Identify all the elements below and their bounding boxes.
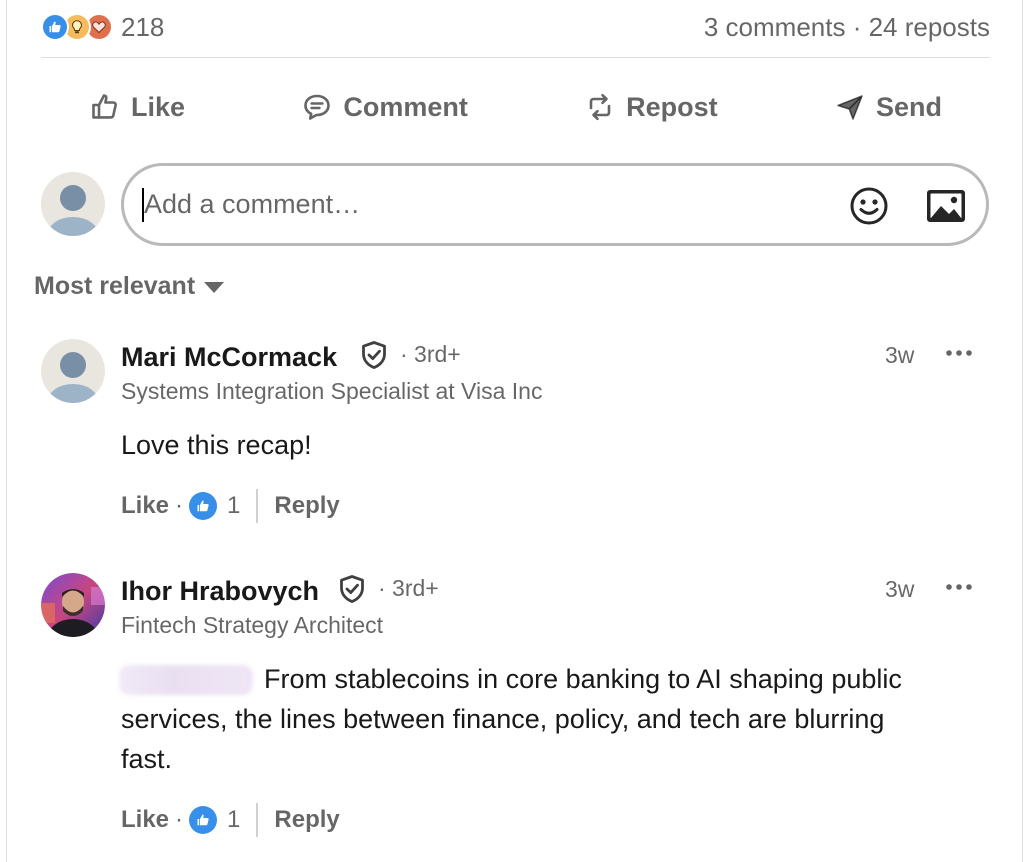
send-button[interactable]: Send <box>834 91 942 123</box>
repost-button-label: Repost <box>626 91 718 122</box>
repost-icon <box>589 93 611 121</box>
reaction-icons <box>41 13 113 41</box>
like-button-label: Like <box>131 91 186 122</box>
comment-text-line: services, the lines between finance, pol… <box>121 704 885 734</box>
reactions-summary[interactable]: 218 <box>41 12 164 43</box>
more-options-icon[interactable] <box>944 348 974 358</box>
comment-reply-button[interactable]: Reply <box>274 492 339 520</box>
like-button[interactable]: Like <box>89 91 185 123</box>
commenter-name[interactable]: Ihor Hrabovych <box>121 576 319 607</box>
comment-input[interactable]: Add a comment… <box>121 163 989 246</box>
social-counts: 218 3 comments · 24 reposts <box>41 8 990 46</box>
divider <box>41 57 990 58</box>
comment-like-count[interactable]: 1 <box>227 492 240 520</box>
post-action-bar: Like Comment Repost Send <box>41 78 990 136</box>
caret-down-icon <box>204 281 225 293</box>
reaction-count: 218 <box>121 11 165 42</box>
comment-button-label: Comment <box>343 91 468 122</box>
connection-degree: · 3rd+ <box>400 341 461 367</box>
comment-text-line: From stablecoins in core banking to AI s… <box>264 664 902 694</box>
comment-timestamp: 3w <box>885 576 915 602</box>
sort-label: Most relevant <box>34 272 196 300</box>
connection-degree: · 3rd+ <box>378 575 439 601</box>
comment-text: Love this recap! <box>121 430 312 460</box>
comment-actions: Like · 1 Reply <box>121 489 340 523</box>
commenter-avatar[interactable] <box>41 339 105 403</box>
thumbs-up-icon <box>92 94 117 119</box>
like-reaction-icon[interactable] <box>189 492 218 520</box>
comment-text-line: fast. <box>121 744 173 774</box>
repost-button[interactable]: Repost <box>584 91 718 123</box>
commenter-avatar[interactable] <box>41 573 105 637</box>
comment-like-button[interactable]: Like <box>121 492 169 520</box>
send-icon <box>837 95 863 120</box>
commenter-headline: Systems Integration Specialist at Visa I… <box>121 378 543 404</box>
comments-reposts-count[interactable]: 3 comments · 24 reposts <box>704 12 990 43</box>
commenter-headline: Fintech Strategy Architect <box>121 612 384 638</box>
post-card: 218 3 comments · 24 reposts Like Comment… <box>6 0 1023 862</box>
comment-button[interactable]: Comment <box>301 91 468 123</box>
redacted-mention <box>119 665 253 695</box>
sort-dropdown[interactable]: Most relevant <box>34 272 225 301</box>
comment-like-button[interactable]: Like <box>121 806 169 834</box>
comment-timestamp: 3w <box>885 342 915 368</box>
like-reaction-icon[interactable] <box>189 806 218 834</box>
comment-input-placeholder: Add a comment… <box>144 189 361 219</box>
send-button-label: Send <box>875 91 942 122</box>
comment-actions: Like · 1 Reply <box>121 803 340 837</box>
action-divider <box>256 489 259 523</box>
verified-shield-icon <box>362 341 386 369</box>
image-icon[interactable] <box>925 187 967 225</box>
more-options-icon[interactable] <box>944 582 974 592</box>
commenter-name[interactable]: Mari McCormack <box>121 342 337 373</box>
verified-shield-icon <box>340 575 364 603</box>
separator-dot: · <box>175 492 184 519</box>
emoji-icon[interactable] <box>848 185 890 227</box>
separator-dot: · <box>175 806 184 833</box>
comment-like-count[interactable]: 1 <box>227 806 240 834</box>
like-icon <box>41 13 69 41</box>
action-divider <box>256 803 259 837</box>
current-user-avatar <box>41 172 105 236</box>
comment-icon <box>304 94 331 120</box>
comment-reply-button[interactable]: Reply <box>274 806 339 834</box>
